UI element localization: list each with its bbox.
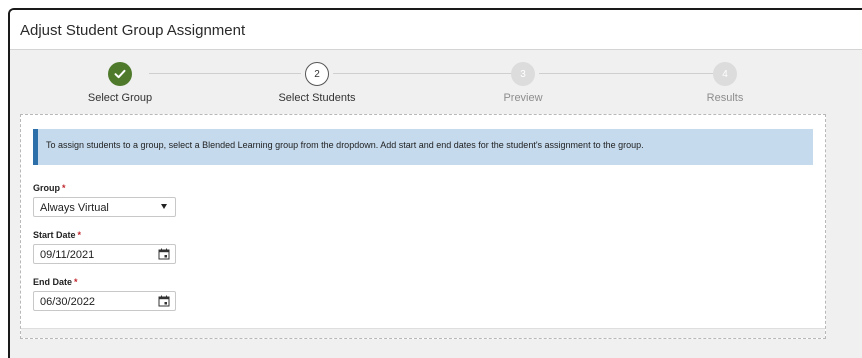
start-date-label: Start Date * (33, 230, 81, 240)
group-label-text: Group (33, 183, 60, 193)
start-date-label-text: Start Date (33, 230, 76, 240)
end-date-label-text: End Date (33, 277, 73, 287)
required-marker: * (62, 183, 66, 193)
caret-down-icon (161, 204, 167, 209)
info-message: To assign students to a group, select a … (33, 129, 813, 165)
step-label: Select Group (87, 92, 153, 104)
step-label: Results (706, 92, 744, 104)
end-date-label: End Date * (33, 277, 78, 287)
start-date-value: 09/11/2021 (40, 249, 95, 261)
required-marker: * (74, 277, 78, 287)
step-select-group[interactable]: Select Group (60, 50, 180, 104)
step-preview: 3 Preview (463, 50, 583, 104)
step-number: 4 (713, 62, 737, 86)
start-date-input[interactable]: 09/11/2021 (33, 244, 176, 264)
wizard-stepper: Select Group 2 Select Students 3 Preview… (10, 50, 862, 114)
end-date-input[interactable]: 06/30/2022 (33, 291, 176, 311)
dialog-header: Adjust Student Group Assignment (10, 10, 862, 50)
required-marker: * (77, 230, 82, 240)
group-select[interactable]: Always Virtual (33, 197, 176, 217)
step-number: 3 (511, 62, 535, 86)
group-select-value: Always Virtual (40, 202, 109, 214)
end-date-value: 06/30/2022 (40, 296, 96, 308)
step-label: Preview (503, 92, 543, 104)
calendar-icon[interactable] (158, 295, 170, 307)
step-select-students[interactable]: 2 Select Students (257, 50, 377, 104)
group-label: Group * (33, 183, 66, 193)
adjust-group-dialog: Adjust Student Group Assignment Select G… (8, 8, 862, 358)
step-results: 4 Results (665, 50, 785, 104)
panel-footer (21, 328, 825, 338)
calendar-icon[interactable] (158, 248, 170, 260)
check-icon (108, 62, 132, 86)
step-label: Select Students (278, 92, 356, 104)
form-panel: To assign students to a group, select a … (20, 114, 826, 339)
step-number: 2 (305, 62, 329, 86)
dialog-title: Adjust Student Group Assignment (20, 22, 246, 39)
